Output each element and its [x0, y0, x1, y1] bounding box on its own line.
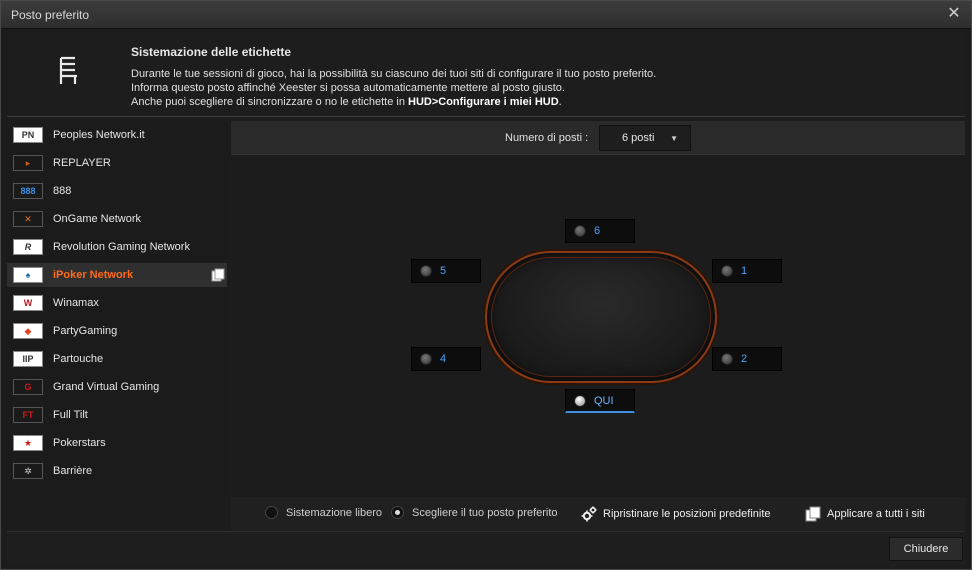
site-logo-icon: ★ — [13, 435, 43, 451]
seat-radio-icon — [721, 353, 733, 365]
dialog-window: Posto preferito ✕ Sistemazione delle eti… — [0, 0, 972, 570]
site-logo-icon: PN — [13, 127, 43, 143]
seats-count-select[interactable]: 6 posti ▼ — [599, 125, 691, 151]
site-logo-icon: R — [13, 239, 43, 255]
window-title: Posto preferito — [11, 8, 90, 22]
seat-config-panel: Numero di posti : 6 posti ▼ 6 5 1 4 2 QU… — [231, 121, 965, 497]
site-logo-icon: ✲ — [13, 463, 43, 479]
copy-icon — [805, 506, 821, 522]
site-logo-icon: ✕ — [13, 211, 43, 227]
seat-radio-icon — [420, 265, 432, 277]
seat-1[interactable]: 1 — [712, 259, 782, 283]
sidebar-item-ongame[interactable]: ✕ OnGame Network — [7, 207, 227, 231]
sidebar-item-peoples-network[interactable]: PN Peoples Network.it — [7, 123, 227, 147]
sidebar-item-full-tilt[interactable]: FT Full Tilt — [7, 403, 227, 427]
seat-3-selected[interactable]: QUI — [565, 389, 635, 413]
seat-radio-icon — [721, 265, 733, 277]
gears-icon — [581, 506, 597, 522]
header-panel: Sistemazione delle etichette Durante le … — [7, 29, 965, 117]
site-logo-icon: G — [13, 379, 43, 395]
poker-table-area: 6 5 1 4 2 QUI — [231, 155, 965, 497]
site-logo-icon: FT — [13, 407, 43, 423]
sidebar-item-ipoker[interactable]: ♠ iPoker Network — [7, 263, 227, 287]
seats-toolbar: Numero di posti : 6 posti ▼ — [231, 121, 965, 155]
site-logo-icon: IIP — [13, 351, 43, 367]
close-icon[interactable]: ✕ — [945, 5, 963, 23]
site-list: PN Peoples Network.it ▸ REPLAYER 888 888… — [7, 121, 229, 497]
header-line: Durante le tue sessioni di gioco, hai la… — [131, 68, 657, 80]
header-line: Informa questo posto affinché Xeester si… — [131, 82, 565, 94]
radio-icon — [391, 506, 404, 519]
restore-defaults-button[interactable]: Ripristinare le posizioni predefinite — [581, 506, 771, 522]
dialog-footer: Chiudere — [7, 531, 965, 565]
poker-table — [485, 251, 717, 383]
sidebar-item-winamax[interactable]: W Winamax — [7, 291, 227, 315]
seat-radio-icon — [420, 353, 432, 365]
seat-5[interactable]: 5 — [411, 259, 481, 283]
site-logo-icon: 888 — [13, 183, 43, 199]
sidebar-item-grand-virtual-gaming[interactable]: G Grand Virtual Gaming — [7, 375, 227, 399]
seat-2[interactable]: 2 — [712, 347, 782, 371]
sidebar-item-revolution-gaming[interactable]: R Revolution Gaming Network — [7, 235, 227, 259]
sidebar-item-pokerstars[interactable]: ★ Pokerstars — [7, 431, 227, 455]
preferred-seat-radio[interactable]: Scegliere il tuo posto preferito — [391, 506, 558, 519]
chair-icon — [59, 56, 77, 84]
seat-6[interactable]: 6 — [565, 219, 635, 243]
chevron-down-icon: ▼ — [670, 134, 678, 143]
seat-radio-icon — [574, 394, 586, 407]
seat-4[interactable]: 4 — [411, 347, 481, 371]
close-button[interactable]: Chiudere — [889, 537, 963, 561]
sidebar-item-barriere[interactable]: ✲ Barrière — [7, 459, 227, 483]
site-logo-icon: ♠ — [13, 267, 43, 283]
site-logo-icon: ◆ — [13, 323, 43, 339]
sidebar-item-partygaming[interactable]: ◆ PartyGaming — [7, 319, 227, 343]
radio-icon — [265, 506, 278, 519]
free-placement-radio[interactable]: Sistemazione libero — [265, 506, 382, 519]
seat-radio-icon — [574, 225, 586, 237]
apply-all-sites-button[interactable]: Applicare a tutti i siti — [805, 506, 925, 522]
header-description: Durante le tue sessioni di gioco, hai la… — [131, 67, 656, 109]
sidebar-item-replayer[interactable]: ▸ REPLAYER — [7, 151, 227, 175]
sidebar-item-888[interactable]: 888 888 — [7, 179, 227, 203]
options-bar: Sistemazione libero Scegliere il tuo pos… — [231, 497, 965, 531]
title-bar[interactable]: Posto preferito ✕ — [1, 1, 971, 29]
copy-icon[interactable] — [211, 268, 225, 282]
site-logo-icon: ▸ — [13, 155, 43, 171]
sidebar-item-partouche[interactable]: IIP Partouche — [7, 347, 227, 371]
seats-count-label: Numero di posti : — [505, 132, 589, 144]
header-title: Sistemazione delle etichette — [131, 45, 292, 59]
site-logo-icon: W — [13, 295, 43, 311]
header-line: Anche puoi scegliere di sincronizzare o … — [131, 96, 562, 108]
